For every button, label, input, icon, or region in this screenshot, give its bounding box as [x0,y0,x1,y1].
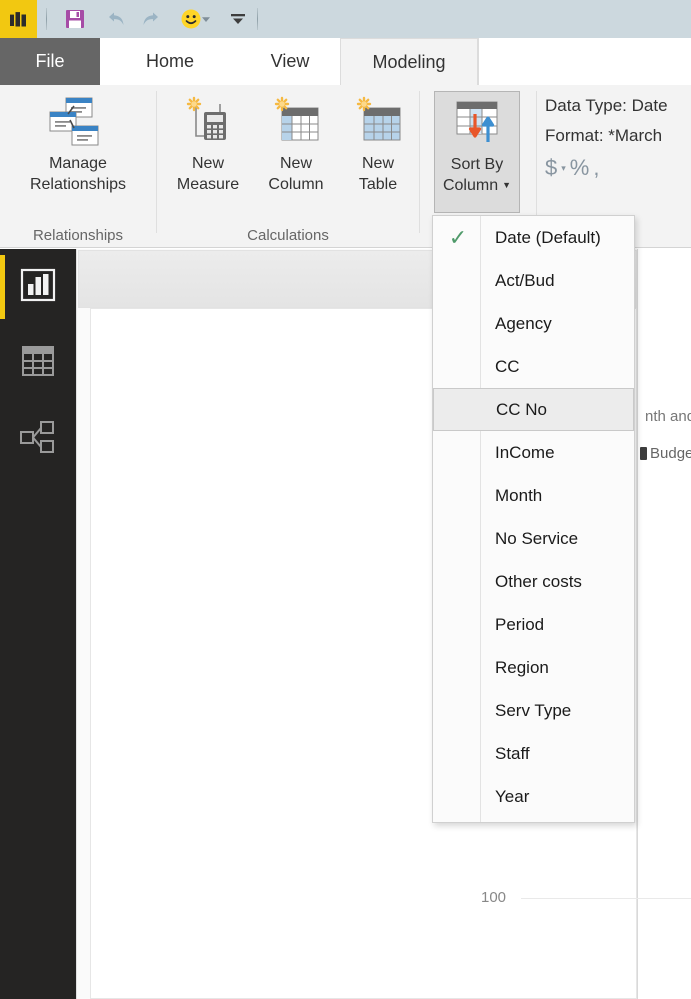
new-measure-icon [180,91,236,153]
tab-strip-filler [478,38,691,85]
view-switcher-rail [0,249,76,999]
ribbon-separator-3 [536,91,537,233]
sort-by-column-menu[interactable]: ✓ Date (Default) Act/Bud Agency CC CC No InCom… [432,215,635,823]
tab-file[interactable]: File [0,38,100,85]
sort-by-column-label-1: Sort By [450,156,504,173]
tab-view[interactable]: View [240,38,340,85]
new-measure-label-2: Measure [176,176,240,193]
redo-button[interactable] [137,4,167,34]
data-type-label[interactable]: Data Type: Date [545,91,691,121]
sidebar-item-model[interactable] [0,401,76,477]
chart-axis-tick-label: 100 [481,889,507,906]
save-button[interactable] [60,4,90,34]
relationships-icon [19,420,57,459]
menu-item-staff[interactable]: Staff [433,732,634,775]
undo-button[interactable] [100,4,130,34]
new-table-label-1: New [361,155,394,172]
qat-separator-1 [46,8,47,30]
menu-item-label: Period [495,614,545,634]
menu-item-date-default[interactable]: ✓ Date (Default) [433,216,634,259]
chevron-down-icon: ▼ [502,180,512,190]
menu-item-label: Agency [495,313,552,333]
ribbon-group-relationships: Manage Relationships Relationships [0,85,156,248]
chart-legend-item[interactable]: Budget [640,445,691,462]
customize-qat-button[interactable] [223,4,253,34]
menu-item-act-bud[interactable]: Act/Bud [433,259,634,302]
menu-item-month[interactable]: Month [433,474,634,517]
menu-item-label: CC No [496,399,548,419]
ribbon-group-calculations: New Measure New Column New Table Calcula… [157,85,419,248]
manage-relationships-label-1: Manage [49,155,107,172]
menu-item-label: Other costs [495,571,582,591]
qat-separator-2 [257,8,258,30]
currency-dropdown-caret-icon[interactable]: ▾ [561,163,566,174]
new-column-button[interactable]: New Column [253,91,339,195]
percent-format-button[interactable]: % [570,155,590,181]
sidebar-item-data[interactable] [0,325,76,401]
manage-relationships-label-2: Relationships [29,176,127,193]
menu-item-label: Date (Default) [495,227,601,247]
new-column-label-1: New [279,155,312,172]
menu-item-income[interactable]: InCome [433,431,634,474]
menu-item-label: Month [495,485,543,505]
title-bar [0,0,691,38]
menu-item-list: ✓ Date (Default) Act/Bud Agency CC CC No InCom… [433,216,634,818]
table-grid-icon [20,344,56,383]
new-measure-label-1: New [191,155,224,172]
new-table-label-2: Table [358,176,398,193]
format-buttons-row: $ ▾ % , [545,155,691,181]
new-table-icon [350,91,406,153]
chart-gridline [521,898,691,899]
legend-swatch-icon [640,447,647,460]
new-column-label-2: Column [268,176,324,193]
menu-item-cc-no[interactable]: CC No [433,388,634,431]
sort-by-column-button[interactable]: Sort By Column ▼ [434,91,520,213]
right-panel-strip [637,249,691,999]
new-table-button[interactable]: New Table [341,91,415,195]
menu-item-label: CC [495,356,520,376]
tab-modeling[interactable]: Modeling [340,38,478,85]
menu-item-label: No Service [495,528,579,548]
bar-chart-icon [20,268,56,307]
ribbon-group-label-calculations: Calculations [247,227,329,244]
menu-item-other-costs[interactable]: Other costs [433,560,634,603]
power-bi-desktop-window: File Home View Modeling Manage Relations… [0,0,691,999]
chart-title-fragment: nth and [645,408,691,425]
menu-item-label: Staff [495,743,530,763]
new-column-icon [268,91,324,153]
properties-group: Data Type: Date Format: *March $ ▾ % , [545,91,691,181]
powerbi-logo-icon [0,0,37,38]
sort-by-column-icon [448,92,506,154]
currency-format-button[interactable]: $ [545,155,557,181]
menu-item-label: InCome [495,442,555,462]
menu-item-cc[interactable]: CC [433,345,634,388]
menu-item-region[interactable]: Region [433,646,634,689]
tab-home[interactable]: Home [100,38,240,85]
menu-item-label: Serv Type [495,700,572,720]
format-label[interactable]: Format: *March [545,121,691,151]
sort-by-column-label-2: Column [442,177,499,194]
menu-item-year[interactable]: Year [433,775,634,818]
menu-item-serv-type[interactable]: Serv Type [433,689,634,732]
menu-item-agency[interactable]: Agency [433,302,634,345]
send-feedback-caret-icon[interactable] [198,4,214,34]
manage-relationships-icon [46,91,110,153]
manage-relationships-button[interactable]: Manage Relationships [10,91,146,195]
check-icon: ✓ [448,224,468,250]
menu-item-no-service[interactable]: No Service [433,517,634,560]
menu-item-label: Region [495,657,549,677]
new-measure-button[interactable]: New Measure [165,91,251,195]
menu-item-period[interactable]: Period [433,603,634,646]
legend-label: Budget [650,445,691,462]
active-view-indicator [0,255,5,319]
thousands-separator-button[interactable]: , [593,155,599,181]
ribbon-tab-strip: File Home View Modeling [0,38,691,85]
sidebar-item-report[interactable] [0,249,76,325]
menu-item-label: Act/Bud [495,270,555,290]
ribbon-group-label-relationships: Relationships [32,227,124,244]
menu-item-label: Year [495,786,530,806]
